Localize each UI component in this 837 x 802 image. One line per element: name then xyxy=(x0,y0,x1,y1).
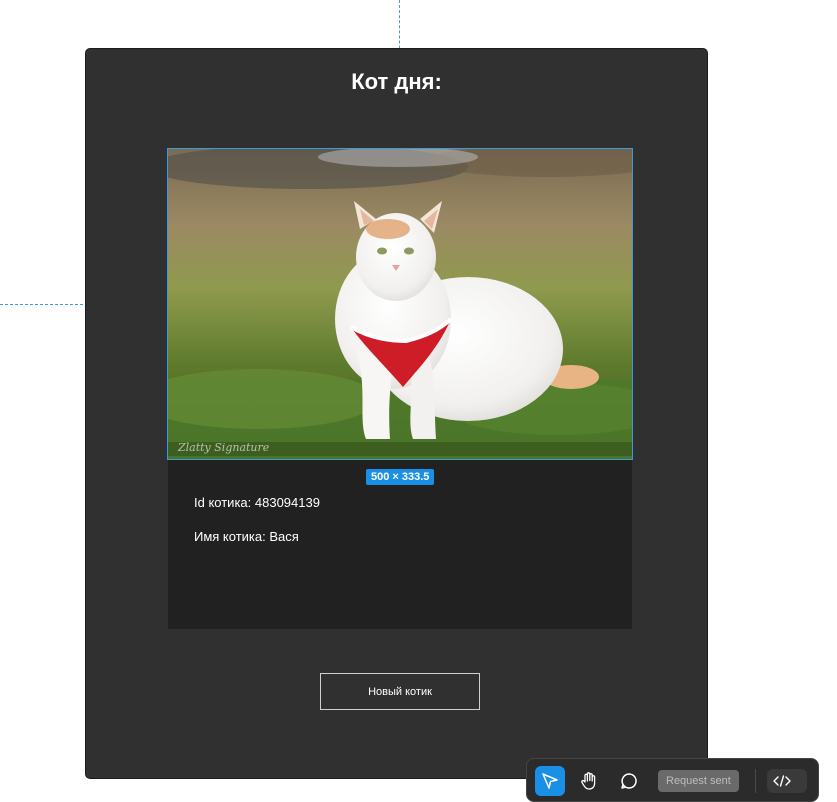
pointer-tool-button[interactable] xyxy=(535,766,565,796)
cat-photo[interactable]: Zlatty Signature xyxy=(167,148,633,460)
cat-info-panel: Zlatty Signature Id котика: 483094139 Им… xyxy=(167,148,633,629)
cat-id-text: Id котика: 483094139 xyxy=(194,495,320,510)
toolbar-divider xyxy=(755,769,756,793)
image-size-badge: 500 × 333.5 xyxy=(366,469,435,485)
inspector-toolbar: Request sent xyxy=(526,758,819,802)
photo-watermark: Zlatty Signature xyxy=(177,441,270,454)
comment-icon xyxy=(621,773,637,789)
comment-tool-button[interactable] xyxy=(614,766,644,796)
pointer-icon xyxy=(542,773,558,789)
hand-icon xyxy=(581,772,596,790)
hand-tool-button[interactable] xyxy=(574,766,604,796)
cat-photo-illustration: Zlatty Signature xyxy=(168,149,632,459)
code-view-button[interactable] xyxy=(767,769,807,793)
cat-name-text: Имя котика: Вася xyxy=(194,529,299,544)
request-status-badge: Request sent xyxy=(658,770,739,792)
new-cat-button[interactable]: Новый котик xyxy=(320,673,480,710)
card-title: Кот дня: xyxy=(351,69,442,94)
code-icon xyxy=(773,775,791,787)
cat-of-the-day-card: Кот дня: Zlatty Signature Id котика: 483… xyxy=(85,48,708,779)
